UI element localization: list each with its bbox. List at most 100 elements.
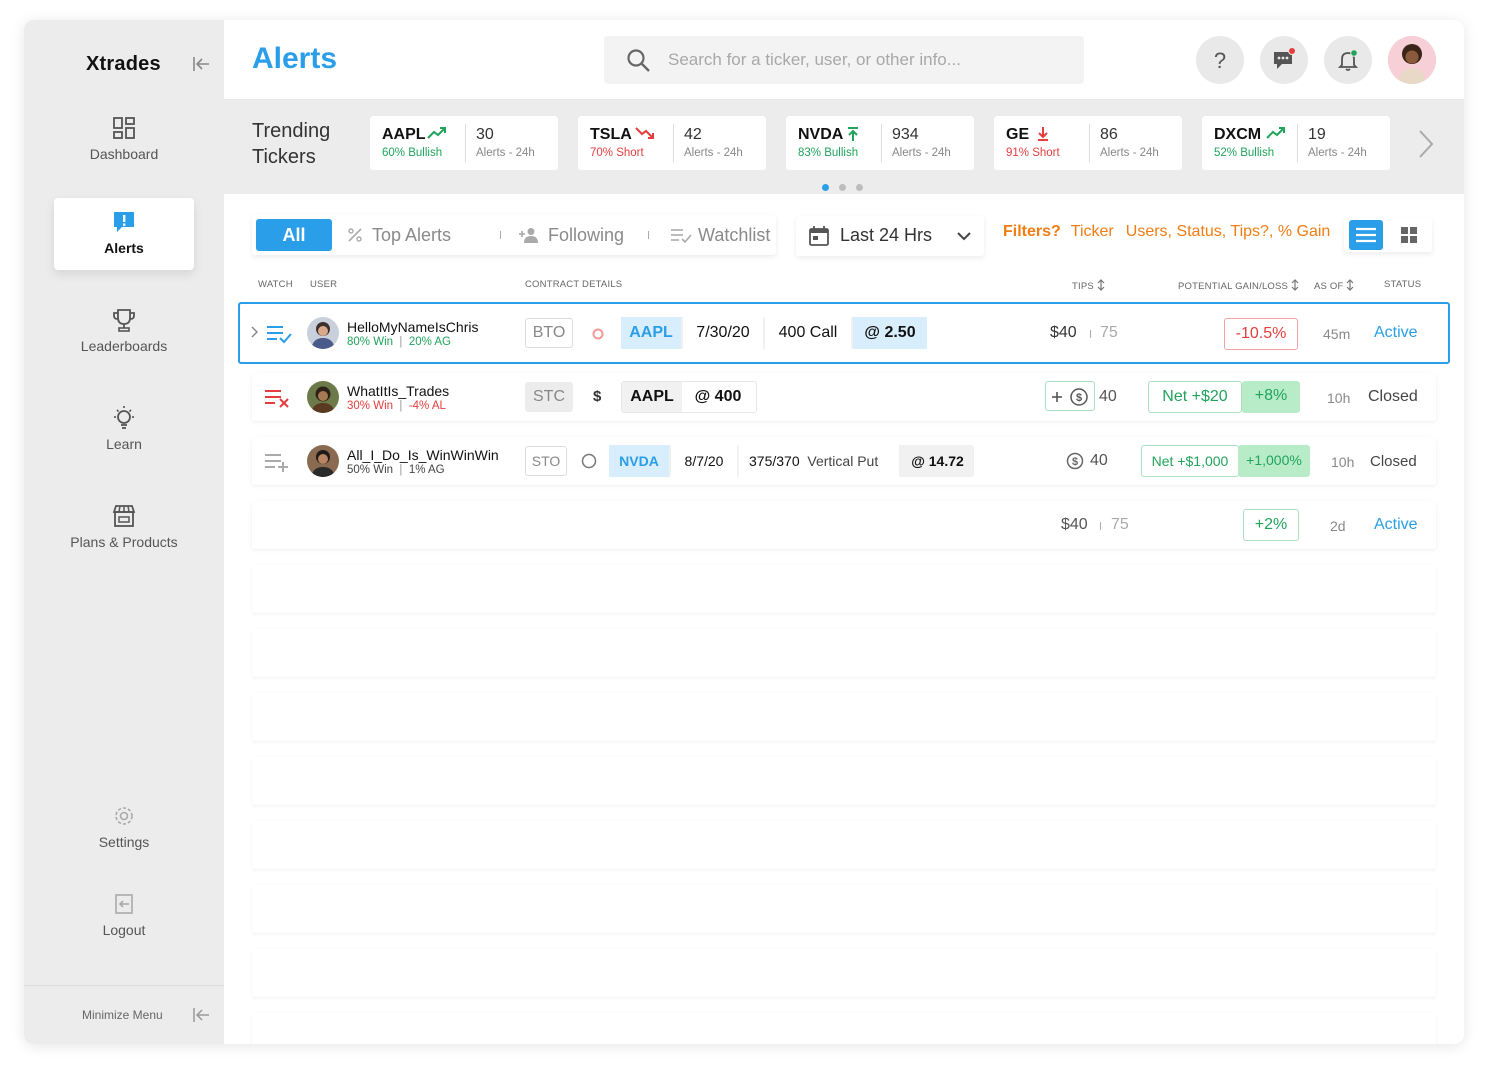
table-row[interactable]: $40 75 +2% 2d Active [252, 501, 1436, 549]
placeholder-row [252, 949, 1436, 997]
user-stats: 50% Win | 1% AG [347, 464, 445, 476]
action-badge: BTO [525, 318, 573, 348]
table-row[interactable]: WhatItIs_Trades 30% Win | -4% AL STC $ A… [252, 373, 1436, 421]
sidebar-item-learn[interactable]: Learn [54, 394, 194, 466]
tips-count: 40 [1090, 452, 1108, 469]
ticker-card-nvda[interactable]: NVDA 83% Bullish 934 Alerts - 24h [786, 116, 974, 170]
watchlist-remove-icon[interactable] [264, 388, 290, 408]
grid-view-button[interactable] [1392, 220, 1426, 250]
contract-details[interactable]: NVDA 8/7/20 375/370 Vertical Put @ 14.72 [609, 445, 974, 477]
contract-symbol: NVDA [609, 445, 669, 477]
ticker-count: 934 [892, 126, 919, 143]
col-header-gain[interactable]: POTENTIAL GAIN/LOSS [1178, 279, 1299, 292]
user-avatar[interactable] [1388, 36, 1436, 84]
watchlist-add-icon[interactable] [264, 452, 290, 472]
username[interactable]: WhatItIs_Trades [347, 383, 449, 399]
chat-button[interactable] [1260, 36, 1308, 84]
alert-icon [114, 212, 134, 232]
ticker-count: 42 [684, 126, 702, 143]
ticker-sentiment: 70% Short [590, 147, 644, 159]
ticker-sentiment: 91% Short [1006, 147, 1060, 159]
ticker-symbol: TSLA [590, 126, 632, 143]
ticker-card-ge[interactable]: GE 91% Short 86 Alerts - 24h [994, 116, 1182, 170]
add-tip-button[interactable]: $ [1045, 381, 1095, 411]
dollar-icon: $ [593, 388, 602, 405]
help-button[interactable]: ? [1196, 36, 1244, 84]
placeholder-row [252, 565, 1436, 613]
tab-all[interactable]: All [256, 219, 332, 251]
chevron-right-icon[interactable] [250, 326, 258, 338]
avatar[interactable] [307, 381, 339, 413]
ticker-card-tsla[interactable]: TSLA 70% Short 42 Alerts - 24h [578, 116, 766, 170]
filter-more-link[interactable]: Users, Status, Tips?, % Gain [1126, 223, 1331, 240]
avatar[interactable] [307, 317, 339, 349]
contract-strike-group: 375/370 Vertical Put [739, 445, 899, 477]
list-view-button[interactable] [1349, 220, 1383, 250]
trend-up-icon [427, 127, 446, 139]
contract-strike: 375/370 [749, 453, 800, 469]
watchlist-check-icon[interactable] [266, 324, 292, 344]
filters-label[interactable]: Filters? [1003, 223, 1061, 240]
status-badge: Active [1374, 516, 1418, 533]
ticker-symbol: AAPL [382, 126, 426, 143]
col-header-tips[interactable]: TIPS [1072, 279, 1105, 292]
search-bar[interactable] [604, 36, 1084, 84]
col-header-contract: CONTRACT DETAILS [525, 279, 623, 290]
sort-icon [1097, 279, 1105, 291]
username[interactable]: HelloMyNameIsChris [347, 319, 478, 335]
tab-watchlist[interactable]: Watchlist [670, 219, 770, 251]
placeholder-row [252, 693, 1436, 741]
contract-strike: 400 Call [765, 317, 851, 349]
app-frame: Xtrades Dashboard Alerts Leaderboards Le… [24, 20, 1464, 1044]
carousel-dot[interactable] [822, 184, 829, 191]
table-row[interactable]: HelloMyNameIsChris 80% Win | 20% AG BTO … [238, 302, 1450, 364]
search-input[interactable] [668, 48, 1068, 72]
avatar[interactable] [307, 445, 339, 477]
ticker-card-aapl[interactable]: AAPL 60% Bullish 30 Alerts - 24h [370, 116, 558, 170]
notifications-button[interactable] [1324, 36, 1372, 84]
ticker-card-dxcm[interactable]: DXCM 52% Bullish 19 Alerts - 24h [1202, 116, 1390, 170]
col-header-status: STATUS [1384, 279, 1422, 290]
time-range-select[interactable]: Last 24 Hrs [796, 216, 984, 256]
card-divider [673, 124, 674, 162]
col-header-asof[interactable]: AS OF [1314, 279, 1354, 292]
avg-gain: -4% AL [408, 400, 446, 412]
card-divider [1297, 124, 1298, 162]
minimize-menu[interactable]: Minimize Menu [24, 985, 224, 1044]
dashboard-icon [113, 117, 135, 139]
placeholder-row [252, 821, 1436, 869]
username[interactable]: All_I_Do_Is_WinWinWin [347, 447, 499, 463]
placeholder-row [252, 1013, 1436, 1044]
col-header-label: POTENTIAL GAIN/LOSS [1178, 281, 1289, 292]
action-badge: STO [525, 446, 567, 476]
sidebar-item-logout[interactable]: Logout [54, 880, 194, 952]
chevron-right-icon[interactable] [1416, 128, 1436, 160]
gear-icon [115, 807, 133, 825]
ticker-count-label: Alerts - 24h [1100, 147, 1159, 159]
carousel-dot[interactable] [856, 184, 863, 191]
sidebar-item-label: Alerts [104, 240, 144, 256]
tab-top-alerts[interactable]: Top Alerts [346, 219, 451, 251]
sidebar-item-settings[interactable]: Settings [54, 792, 194, 864]
sidebar-item-plans[interactable]: Plans & Products [54, 492, 194, 564]
carousel-dot[interactable] [839, 184, 846, 191]
contract-price: @ 14.72 [911, 453, 964, 469]
view-toggle [1344, 218, 1432, 252]
tab-label: Top Alerts [372, 225, 452, 245]
help-icon: ? [1214, 48, 1226, 72]
sidebar-item-alerts[interactable]: Alerts [54, 198, 194, 270]
collapse-icon[interactable] [192, 1007, 210, 1023]
grid-icon [1401, 227, 1417, 243]
collapse-sidebar-icon[interactable] [192, 56, 210, 72]
contract-details[interactable]: AAPL @ 400 [621, 381, 757, 413]
filter-ticker-link[interactable]: Ticker [1071, 223, 1114, 240]
watchlist-icon [671, 229, 692, 243]
ticker-count-label: Alerts - 24h [1308, 147, 1367, 159]
table-row[interactable]: All_I_Do_Is_WinWinWin 50% Win | 1% AG ST… [252, 437, 1436, 485]
contract-details[interactable]: AAPL 7/30/20 400 Call @ 2.50 [621, 317, 927, 349]
ticker-count-label: Alerts - 24h [476, 147, 535, 159]
sidebar-item-dashboard[interactable]: Dashboard [54, 104, 194, 176]
tab-following[interactable]: Following [518, 219, 624, 251]
sidebar-item-leaderboards[interactable]: Leaderboards [54, 296, 194, 368]
ticker-symbol: GE [1006, 126, 1030, 143]
